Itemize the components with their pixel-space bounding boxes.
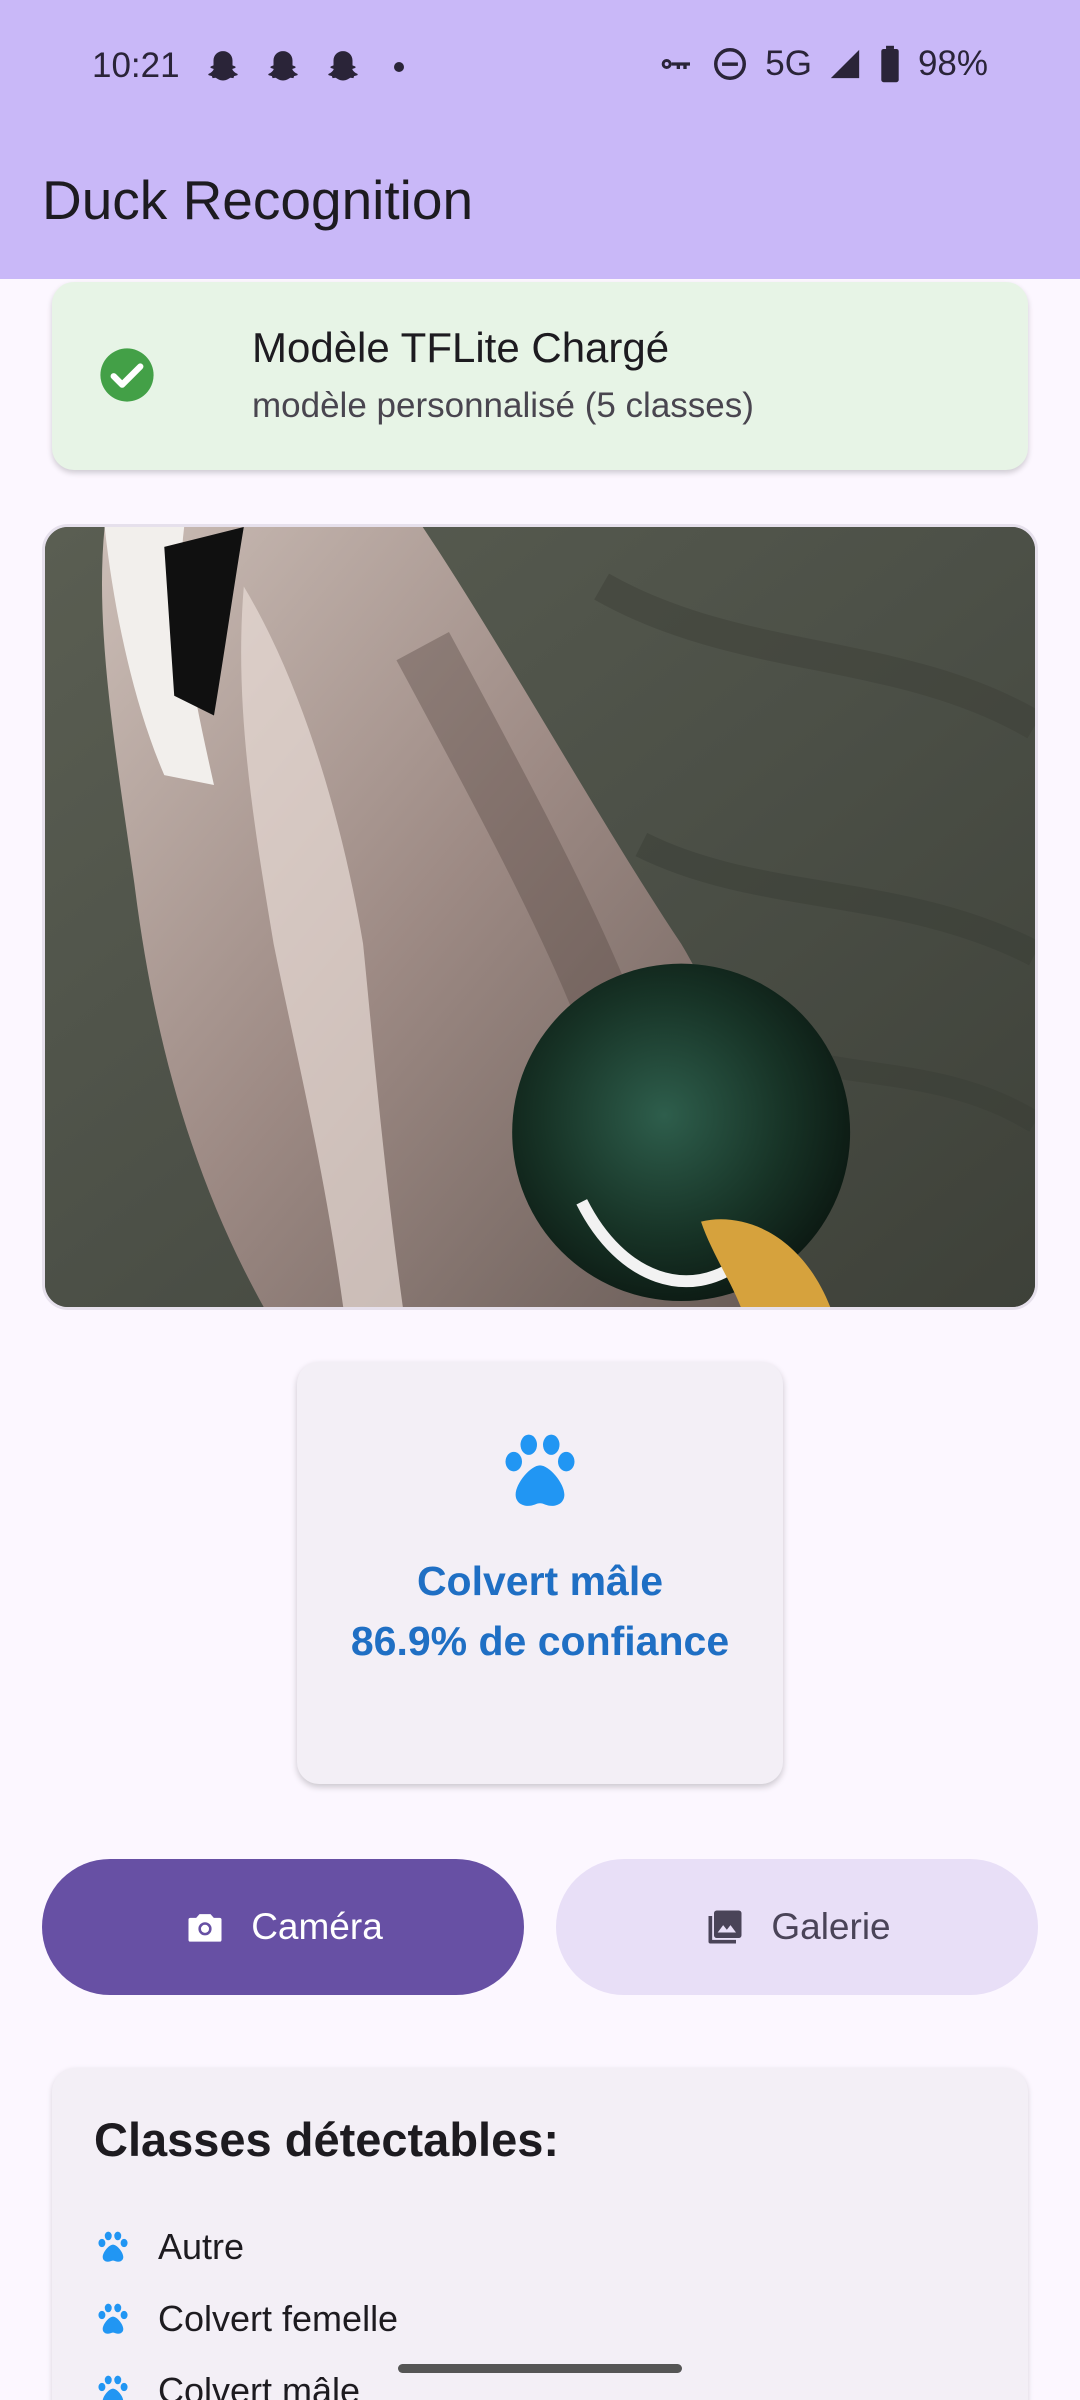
network-type: 5G bbox=[765, 44, 812, 83]
class-label: Colvert mâle bbox=[158, 2370, 361, 2400]
paw-icon bbox=[98, 2303, 128, 2334]
camera-button-label: Caméra bbox=[251, 1906, 383, 1947]
duck-photo bbox=[42, 524, 1038, 1310]
status-time: 10:21 bbox=[92, 46, 180, 85]
snapchat-icon bbox=[328, 51, 358, 81]
photo-library-icon bbox=[708, 1910, 742, 1944]
model-status-subtitle: modèle personnalisé (5 classes) bbox=[252, 386, 754, 425]
camera-icon bbox=[188, 1914, 222, 1942]
status-bar: 10:21 5G 98% bbox=[0, 0, 1080, 134]
prediction-confidence: 86.9% de confiance bbox=[350, 1618, 730, 1664]
gallery-button-label: Galerie bbox=[771, 1906, 891, 1947]
paw-icon bbox=[98, 2375, 128, 2400]
notification-icons bbox=[204, 48, 404, 86]
list-item: Colvert mâle bbox=[94, 2370, 360, 2400]
prediction-label: Colvert mâle bbox=[416, 1558, 664, 1604]
vpn-key-icon bbox=[661, 59, 691, 69]
class-label: Autre bbox=[158, 2226, 245, 2267]
list-item: Autre bbox=[94, 2226, 244, 2268]
app-header: 10:21 5G 98% Duck Recognition bbox=[0, 0, 1080, 279]
prediction-result-card: Colvert mâle 86.9% de confiance bbox=[297, 1362, 783, 1784]
system-status-icons: 5G 98% bbox=[655, 44, 988, 84]
classes-title: Classes détectables: bbox=[94, 2113, 560, 2166]
snapchat-icon bbox=[268, 51, 298, 81]
check-circle-icon bbox=[100, 348, 154, 402]
detectable-classes-card: Classes détectables: Autre Colvert femel… bbox=[52, 2068, 1028, 2400]
list-item: Colvert femelle bbox=[94, 2298, 398, 2340]
gallery-button[interactable]: Galerie bbox=[556, 1859, 1038, 1995]
home-indicator[interactable] bbox=[398, 2364, 682, 2373]
page-title: Duck Recognition bbox=[42, 169, 474, 231]
battery-icon bbox=[881, 45, 899, 83]
paw-icon bbox=[505, 1434, 575, 1506]
signal-icon bbox=[830, 49, 860, 79]
class-label: Colvert femelle bbox=[158, 2298, 399, 2339]
notification-dot bbox=[394, 62, 404, 72]
snapchat-icon bbox=[208, 51, 238, 81]
camera-button[interactable]: Caméra bbox=[42, 1859, 524, 1995]
battery-level: 98% bbox=[917, 44, 988, 83]
model-status-title: Modèle TFLite Chargé bbox=[252, 324, 670, 371]
model-status-card: Modèle TFLite Chargé modèle personnalisé… bbox=[52, 282, 1028, 470]
do-not-disturb-icon bbox=[714, 48, 747, 80]
paw-icon bbox=[98, 2231, 128, 2262]
